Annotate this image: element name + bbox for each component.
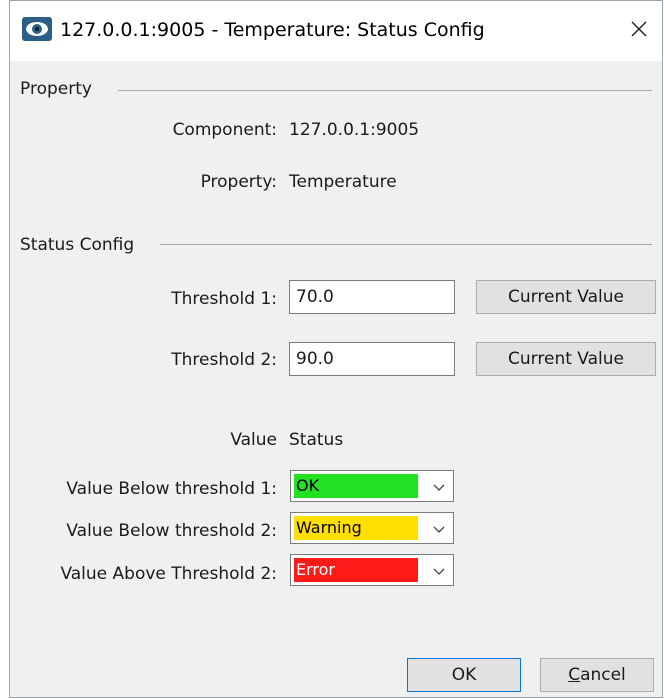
- threshold1-current-value-button[interactable]: Current Value: [476, 280, 656, 314]
- chevron-down-icon: [431, 521, 447, 537]
- row-label-below-threshold2: Value Below threshold 2:: [66, 521, 277, 541]
- status-select-below-threshold1[interactable]: OK: [290, 470, 454, 502]
- threshold2-input[interactable]: [289, 342, 455, 376]
- status-config-section-header: Status Config: [20, 235, 135, 255]
- window-title: 127.0.0.1:9005 - Temperature: Status Con…: [60, 19, 485, 41]
- status-column-header: Status: [289, 430, 344, 450]
- threshold1-input[interactable]: [289, 280, 455, 314]
- ok-button[interactable]: OK: [407, 658, 521, 692]
- chevron-down-icon: [431, 563, 447, 579]
- property-label: Property:: [200, 172, 277, 192]
- component-value: 127.0.0.1:9005: [289, 120, 420, 140]
- dialog-window: 127.0.0.1:9005 - Temperature: Status Con…: [9, 0, 663, 698]
- button-label: Cancel: [568, 665, 626, 685]
- status-select-below-threshold2[interactable]: Warning: [290, 512, 454, 544]
- status-select-above-threshold2[interactable]: Error: [290, 554, 454, 586]
- title-bar[interactable]: 127.0.0.1:9005 - Temperature: Status Con…: [10, 1, 662, 61]
- status-swatch: Error: [294, 558, 418, 582]
- button-label-rest: ancel: [580, 665, 626, 685]
- cancel-button[interactable]: Cancel: [540, 658, 654, 692]
- close-icon: [630, 20, 648, 43]
- section-divider: [160, 244, 652, 245]
- property-section-header: Property: [20, 79, 92, 99]
- threshold2-current-value-button[interactable]: Current Value: [476, 342, 656, 376]
- row-label-above-threshold2: Value Above Threshold 2:: [60, 564, 277, 584]
- button-label: Current Value: [508, 349, 624, 369]
- threshold2-label: Threshold 2:: [171, 350, 277, 370]
- section-divider: [118, 90, 652, 91]
- row-label-below-threshold1: Value Below threshold 1:: [66, 479, 277, 499]
- chevron-down-icon: [431, 479, 447, 495]
- value-column-header: Value: [230, 430, 277, 450]
- component-label: Component:: [172, 120, 277, 140]
- threshold1-label: Threshold 1:: [171, 289, 277, 309]
- property-value: Temperature: [289, 172, 397, 192]
- button-label: Current Value: [508, 287, 624, 307]
- status-swatch: OK: [294, 474, 418, 498]
- mnemonic-letter: C: [568, 665, 581, 685]
- status-swatch: Warning: [294, 516, 418, 540]
- eye-icon: [22, 17, 52, 41]
- close-button[interactable]: [616, 1, 662, 61]
- button-label: OK: [451, 665, 477, 685]
